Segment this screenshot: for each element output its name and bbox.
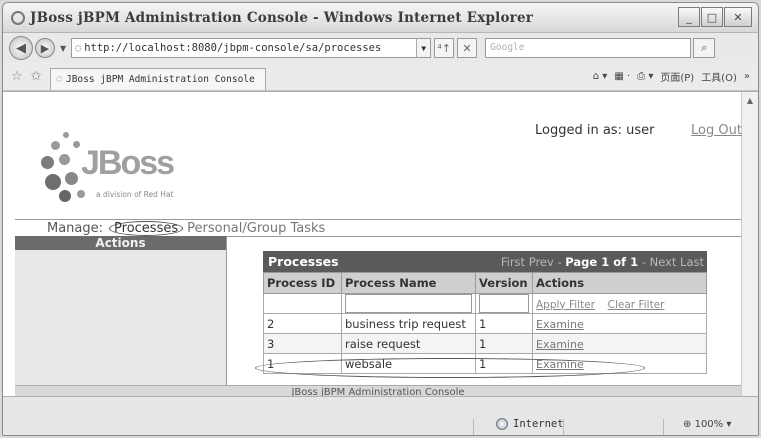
examine-link[interactable]: Examine — [536, 318, 584, 331]
jboss-logo: JBoss a division of Red Hat — [41, 132, 201, 212]
page-icon: ◌ — [75, 42, 82, 54]
back-button[interactable]: ◀ — [9, 36, 33, 60]
tab-label: JBoss jBPM Administration Console — [65, 73, 255, 85]
close-button[interactable]: ✕ — [724, 7, 752, 27]
pager-current: Page 1 of 1 — [565, 254, 639, 269]
address-bar: ◀ ▶ ▼ ◌ http://localhost:8080/jbpm-conso… — [3, 33, 758, 63]
zoom-level: 100% — [694, 419, 724, 430]
nav-personal-group-tasks[interactable]: Personal/Group Tasks — [187, 221, 325, 236]
column-header: Version — [475, 272, 533, 294]
version-filter-input[interactable] — [479, 294, 529, 313]
nav-processes[interactable]: Processes — [109, 221, 184, 236]
filter-row: Apply Filter Clear Filter — [263, 293, 707, 314]
window-controls: _ □ ✕ — [678, 7, 752, 27]
version-cell: 1 — [475, 333, 533, 354]
examine-link[interactable]: Examine — [536, 338, 584, 351]
globe-icon — [496, 418, 508, 430]
stop-button[interactable]: ✕ — [457, 38, 478, 58]
tab-jbpm-console[interactable]: ◌ JBoss jBPM Administration Console — [49, 67, 266, 90]
sidebar-title: Actions — [15, 236, 226, 250]
highlight-oval — [255, 358, 645, 378]
status-bar: Internet ⊕ 100% ▾ — [3, 396, 758, 435]
url-dropdown-icon[interactable]: ▼ — [416, 39, 431, 57]
process-name-cell: business trip request — [341, 313, 476, 334]
logo-text: JBoss — [81, 144, 175, 182]
refresh-button[interactable]: ⁴↑ — [434, 38, 455, 58]
logo-tagline: a division of Red Hat — [96, 190, 174, 199]
feeds-icon[interactable]: ▦ · — [614, 71, 630, 82]
page-menu[interactable]: 页面(P) — [660, 69, 694, 84]
pager-next-last[interactable]: - Next Last — [638, 255, 704, 269]
vertical-scrollbar[interactable]: ▲ — [741, 92, 758, 397]
url-text: http://localhost:8080/jbpm-console/sa/pr… — [84, 42, 382, 54]
scroll-up-icon[interactable]: ▲ — [742, 92, 758, 108]
window-title: JBoss jBPM Administration Console - Wind… — [30, 9, 534, 26]
tools-menu[interactable]: 工具(O) — [701, 69, 737, 84]
command-bar: ⌂ ▾ ▦ · ⎙ ▾ 页面(P) 工具(O) » — [593, 69, 758, 84]
table-row: 2 business trip request 1 Examine — [263, 313, 707, 334]
logout-link[interactable]: Log Out — [691, 123, 742, 138]
column-header: Process Name — [341, 272, 476, 294]
forward-button[interactable]: ▶ — [35, 38, 55, 58]
tab-bar: ☆ ✩ ◌ JBoss jBPM Administration Console … — [3, 63, 758, 91]
processes-panel: Processes First Prev - Page 1 of 1 - Nex… — [263, 251, 707, 374]
process-id-cell: 2 — [263, 313, 342, 334]
table-row: 3 raise request 1 Examine — [263, 333, 707, 354]
tab-page-icon: ◌ — [56, 74, 62, 84]
pager-first-prev[interactable]: First Prev — [501, 255, 554, 269]
process-id-cell: 3 — [263, 333, 342, 354]
browser-window: JBoss jBPM Administration Console - Wind… — [2, 2, 759, 436]
manage-label: Manage: — [47, 221, 104, 236]
version-cell: 1 — [475, 313, 533, 334]
actions-sidebar: Actions — [15, 236, 227, 386]
maximize-button[interactable]: □ — [701, 7, 723, 27]
column-header: Process ID — [263, 272, 342, 294]
process-name-cell: raise request — [341, 333, 476, 354]
zoom-dropdown-icon: ▾ — [726, 419, 732, 430]
manage-nav: Manage: Processes Personal/Group Tasks — [15, 219, 741, 236]
zone-label: Internet — [513, 418, 564, 430]
ie-logo-icon — [11, 10, 25, 25]
home-icon[interactable]: ⌂ ▾ — [593, 71, 608, 82]
zoom-icon: ⊕ — [683, 419, 692, 430]
pager: First Prev - Page 1 of 1 - Next Last — [500, 254, 704, 269]
favorites-star-icon[interactable]: ☆ — [11, 69, 23, 84]
zoom-control[interactable]: ⊕ 100% ▾ — [683, 419, 731, 430]
url-field[interactable]: ◌ http://localhost:8080/jbpm-console/sa/… — [71, 38, 432, 58]
processes-header: Processes First Prev - Page 1 of 1 - Nex… — [263, 251, 707, 272]
page-viewport: ▲ Logged in as: user Log Out JBoss a div… — [3, 91, 758, 399]
clear-filter-link[interactable]: Clear Filter — [608, 299, 665, 311]
print-icon[interactable]: ⎙ ▾ — [637, 71, 653, 82]
process-name-filter-input[interactable] — [345, 294, 472, 313]
more-chevron-icon[interactable]: » — [744, 71, 750, 82]
minimize-button[interactable]: _ — [678, 7, 700, 27]
title-bar: JBoss jBPM Administration Console - Wind… — [3, 3, 758, 33]
add-favorites-icon[interactable]: ✩ — [31, 69, 42, 84]
search-input[interactable]: Google — [485, 38, 692, 58]
apply-filter-link[interactable]: Apply Filter — [536, 299, 595, 311]
column-header: Actions — [532, 272, 707, 294]
processes-title: Processes — [268, 254, 339, 269]
logged-in-label: Logged in as: user — [535, 123, 655, 138]
search-button[interactable]: ⌕ — [693, 38, 716, 58]
history-dropdown-icon[interactable]: ▼ — [60, 44, 66, 53]
security-zone: Internet — [496, 418, 564, 430]
